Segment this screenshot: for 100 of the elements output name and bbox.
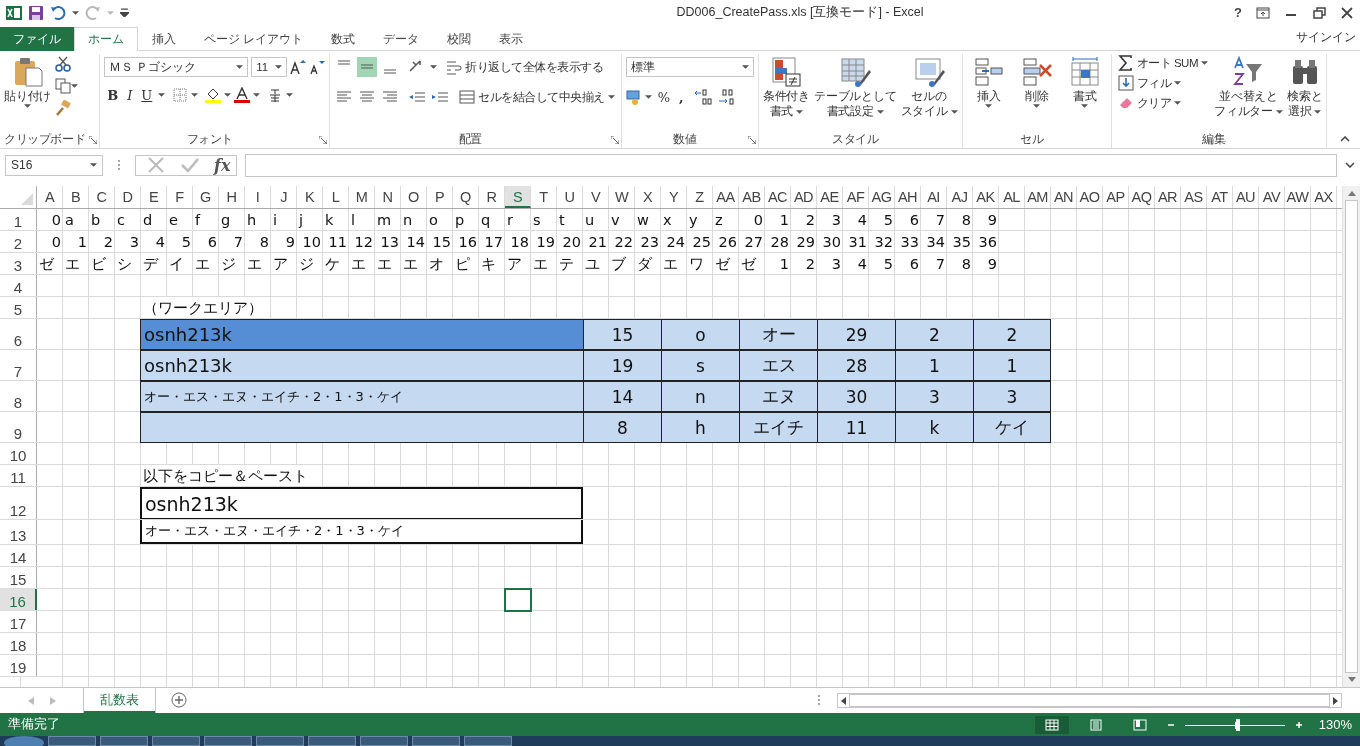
column-header[interactable]: A (37, 186, 63, 208)
increase-decimal-icon[interactable] (693, 87, 714, 107)
paste-button[interactable]: 貼り付け (4, 54, 52, 130)
merge-center-button[interactable]: セルを結合して中央揃え (457, 88, 617, 106)
column-header[interactable]: AT (1207, 186, 1233, 208)
column-header[interactable]: M (349, 186, 375, 208)
bold-button[interactable]: B (104, 87, 122, 103)
delete-cells-button[interactable]: 削除 (1014, 54, 1059, 130)
column-header[interactable]: AG (869, 186, 895, 208)
column-header[interactable]: I (245, 186, 271, 208)
column-header[interactable]: D (115, 186, 141, 208)
column-header[interactable]: U (557, 186, 583, 208)
column-header[interactable]: AS (1181, 186, 1207, 208)
customize-icon[interactable] (120, 8, 129, 17)
column-header[interactable]: F (167, 186, 193, 208)
column-header[interactable]: AK (973, 186, 999, 208)
format-cells-button[interactable]: 書式 (1062, 54, 1107, 130)
vertical-scrollbar[interactable] (1342, 186, 1360, 687)
add-sheet-icon[interactable] (171, 692, 187, 708)
column-header[interactable]: AW (1285, 186, 1311, 208)
font-name-field[interactable]: ＭＳ Ｐゴシック (104, 57, 249, 77)
comma-button[interactable]: , (676, 89, 687, 105)
insert-function-button[interactable]: fx (214, 155, 231, 175)
column-header[interactable]: AQ (1129, 186, 1155, 208)
autosum-button[interactable]: オート SUM (1115, 54, 1210, 72)
copy-icon[interactable] (55, 78, 72, 94)
cell-styles-button[interactable]: セルの スタイル (900, 54, 958, 130)
ribbon-tab[interactable]: データ (369, 27, 434, 51)
column-header[interactable]: X (635, 186, 661, 208)
number-format-field[interactable]: 標準 (625, 57, 754, 77)
sort-filter-button[interactable]: 並べ替えと フィルター (1213, 54, 1283, 130)
column-header[interactable]: E (141, 186, 167, 208)
decrease-decimal-icon[interactable] (716, 87, 737, 107)
insert-cells-button[interactable]: 挿入 (966, 54, 1011, 130)
caret-icon[interactable] (286, 93, 294, 97)
column-header[interactable]: AN (1051, 186, 1077, 208)
column-header[interactable]: H (219, 186, 245, 208)
column-header[interactable]: AL (999, 186, 1025, 208)
percent-button[interactable]: % (654, 89, 674, 105)
column-header[interactable]: S (505, 186, 531, 208)
column-header[interactable]: K (297, 186, 323, 208)
column-header[interactable]: AO (1077, 186, 1103, 208)
ribbon-tab[interactable]: ホーム (74, 27, 138, 51)
caret-icon[interactable] (191, 93, 199, 97)
scroll-down-icon[interactable] (1347, 677, 1356, 682)
sheet-tab[interactable]: 乱数表 (84, 688, 155, 713)
collapse-ribbon-icon[interactable] (1340, 136, 1350, 142)
column-header[interactable]: Q (453, 186, 479, 208)
column-header[interactable]: P (427, 186, 453, 208)
column-header[interactable]: AP (1103, 186, 1129, 208)
column-header[interactable]: AB (739, 186, 765, 208)
scroll-left-icon[interactable] (841, 696, 846, 705)
dialog-launcher-icon[interactable] (319, 136, 328, 144)
column-header[interactable]: O (401, 186, 427, 208)
underline-button[interactable]: U (138, 87, 156, 103)
caret-icon[interactable] (224, 93, 232, 97)
ribbon-tab[interactable]: ページ レイアウト (190, 27, 318, 51)
font-size-field[interactable]: 11 (251, 57, 288, 77)
find-select-button[interactable]: 検索と 選択 (1287, 54, 1323, 130)
active-cell[interactable] (504, 588, 532, 612)
grow-font-icon[interactable] (290, 59, 307, 75)
format-painter-icon[interactable] (55, 100, 72, 116)
italic-button[interactable]: I (124, 87, 136, 103)
shrink-font-icon[interactable] (309, 59, 326, 75)
column-header[interactable]: T (531, 186, 557, 208)
wrap-text-button[interactable]: 折り返して全体を表示する (444, 58, 606, 76)
column-header[interactable]: AH (895, 186, 921, 208)
dialog-launcher-icon[interactable] (610, 136, 619, 144)
zoom-level[interactable]: 130% (1318, 717, 1352, 732)
fill-color-icon[interactable] (205, 87, 222, 103)
column-header[interactable]: AR (1155, 186, 1181, 208)
column-header[interactable]: AU (1233, 186, 1259, 208)
column-header[interactable]: AJ (947, 186, 973, 208)
currency-icon[interactable] (625, 89, 642, 105)
ribbon-tab[interactable]: 校閲 (433, 27, 486, 51)
column-header[interactable]: C (89, 186, 115, 208)
column-header[interactable]: J (271, 186, 297, 208)
column-header[interactable]: W (609, 186, 635, 208)
caret-icon[interactable] (644, 95, 652, 99)
column-header[interactable]: AX (1311, 186, 1337, 208)
restore-icon[interactable] (1312, 6, 1326, 19)
row-header[interactable]: 16 (0, 589, 37, 610)
align-middle-icon[interactable] (357, 57, 378, 77)
caret-icon[interactable] (253, 93, 261, 97)
column-header[interactable]: N (375, 186, 401, 208)
dialog-launcher-icon[interactable] (747, 136, 756, 144)
conditional-format-button[interactable]: 条件付き 書式 (762, 54, 810, 130)
undo-icon[interactable] (50, 4, 66, 21)
name-box[interactable]: S16 (5, 154, 103, 176)
normal-view-icon[interactable] (1034, 715, 1069, 734)
column-header[interactable]: Z (687, 186, 713, 208)
column-header[interactable]: Y (661, 186, 687, 208)
caret-icon[interactable] (72, 10, 79, 15)
column-header[interactable]: AA (713, 186, 739, 208)
format-as-table-button[interactable]: テーブルとして 書式設定 (813, 54, 897, 130)
ribbon-tab[interactable]: 挿入 (138, 27, 190, 51)
formula-input[interactable] (245, 153, 1337, 177)
scroll-up-icon[interactable] (1347, 191, 1356, 196)
expand-icon[interactable] (1345, 162, 1355, 168)
save-icon[interactable] (28, 4, 44, 21)
